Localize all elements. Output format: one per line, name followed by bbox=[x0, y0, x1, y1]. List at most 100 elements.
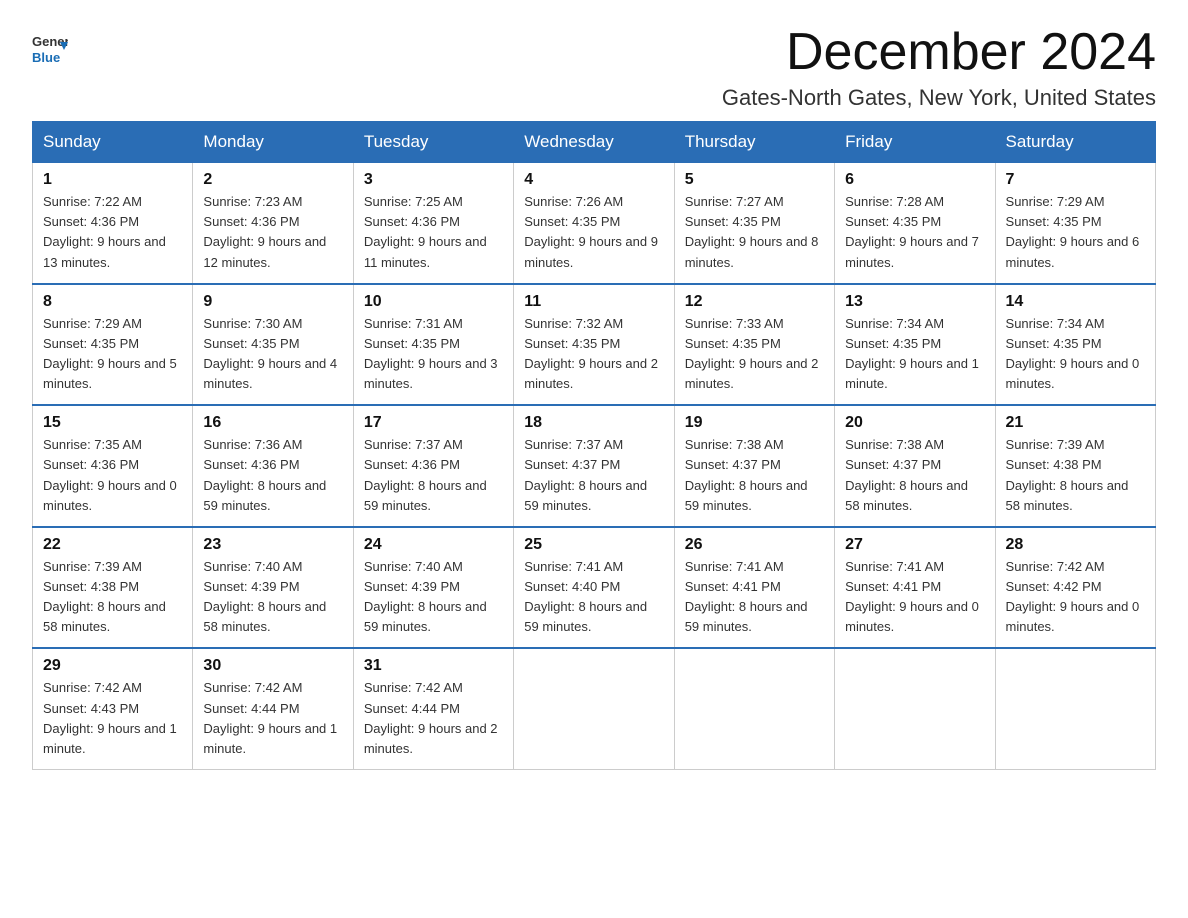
day-info: Sunrise: 7:42 AM Sunset: 4:42 PM Dayligh… bbox=[1006, 557, 1145, 638]
calendar-day-cell: 2 Sunrise: 7:23 AM Sunset: 4:36 PM Dayli… bbox=[193, 163, 353, 284]
calendar-day-cell: 8 Sunrise: 7:29 AM Sunset: 4:35 PM Dayli… bbox=[33, 284, 193, 406]
day-number: 4 bbox=[524, 171, 663, 189]
calendar-header-row: SundayMondayTuesdayWednesdayThursdayFrid… bbox=[33, 122, 1156, 163]
calendar-week-row: 22 Sunrise: 7:39 AM Sunset: 4:38 PM Dayl… bbox=[33, 527, 1156, 649]
calendar-day-cell: 28 Sunrise: 7:42 AM Sunset: 4:42 PM Dayl… bbox=[995, 527, 1155, 649]
day-info: Sunrise: 7:31 AM Sunset: 4:35 PM Dayligh… bbox=[364, 314, 503, 395]
calendar-day-cell: 17 Sunrise: 7:37 AM Sunset: 4:36 PM Dayl… bbox=[353, 405, 513, 527]
day-info: Sunrise: 7:38 AM Sunset: 4:37 PM Dayligh… bbox=[685, 435, 824, 516]
day-info: Sunrise: 7:34 AM Sunset: 4:35 PM Dayligh… bbox=[845, 314, 984, 395]
calendar-day-cell: 24 Sunrise: 7:40 AM Sunset: 4:39 PM Dayl… bbox=[353, 527, 513, 649]
day-info: Sunrise: 7:41 AM Sunset: 4:41 PM Dayligh… bbox=[685, 557, 824, 638]
calendar-day-cell: 31 Sunrise: 7:42 AM Sunset: 4:44 PM Dayl… bbox=[353, 648, 513, 769]
day-number: 18 bbox=[524, 414, 663, 432]
calendar-day-cell: 7 Sunrise: 7:29 AM Sunset: 4:35 PM Dayli… bbox=[995, 163, 1155, 284]
day-info: Sunrise: 7:23 AM Sunset: 4:36 PM Dayligh… bbox=[203, 192, 342, 273]
svg-text:Blue: Blue bbox=[32, 50, 60, 65]
day-number: 25 bbox=[524, 536, 663, 554]
day-info: Sunrise: 7:38 AM Sunset: 4:37 PM Dayligh… bbox=[845, 435, 984, 516]
day-info: Sunrise: 7:34 AM Sunset: 4:35 PM Dayligh… bbox=[1006, 314, 1145, 395]
calendar-day-cell: 10 Sunrise: 7:31 AM Sunset: 4:35 PM Dayl… bbox=[353, 284, 513, 406]
calendar-day-cell: 19 Sunrise: 7:38 AM Sunset: 4:37 PM Dayl… bbox=[674, 405, 834, 527]
day-number: 23 bbox=[203, 536, 342, 554]
day-number: 3 bbox=[364, 171, 503, 189]
day-info: Sunrise: 7:41 AM Sunset: 4:41 PM Dayligh… bbox=[845, 557, 984, 638]
day-number: 14 bbox=[1006, 293, 1145, 311]
day-number: 7 bbox=[1006, 171, 1145, 189]
day-number: 19 bbox=[685, 414, 824, 432]
calendar-day-cell: 22 Sunrise: 7:39 AM Sunset: 4:38 PM Dayl… bbox=[33, 527, 193, 649]
day-number: 21 bbox=[1006, 414, 1145, 432]
calendar-day-cell: 30 Sunrise: 7:42 AM Sunset: 4:44 PM Dayl… bbox=[193, 648, 353, 769]
calendar-day-cell: 21 Sunrise: 7:39 AM Sunset: 4:38 PM Dayl… bbox=[995, 405, 1155, 527]
calendar-day-cell bbox=[995, 648, 1155, 769]
day-number: 2 bbox=[203, 171, 342, 189]
calendar-day-cell: 26 Sunrise: 7:41 AM Sunset: 4:41 PM Dayl… bbox=[674, 527, 834, 649]
day-number: 30 bbox=[203, 657, 342, 675]
day-info: Sunrise: 7:42 AM Sunset: 4:43 PM Dayligh… bbox=[43, 678, 182, 759]
column-header-saturday: Saturday bbox=[995, 122, 1155, 163]
day-number: 12 bbox=[685, 293, 824, 311]
day-number: 11 bbox=[524, 293, 663, 311]
day-info: Sunrise: 7:41 AM Sunset: 4:40 PM Dayligh… bbox=[524, 557, 663, 638]
day-number: 5 bbox=[685, 171, 824, 189]
day-info: Sunrise: 7:40 AM Sunset: 4:39 PM Dayligh… bbox=[203, 557, 342, 638]
day-number: 29 bbox=[43, 657, 182, 675]
day-number: 22 bbox=[43, 536, 182, 554]
day-number: 28 bbox=[1006, 536, 1145, 554]
calendar-day-cell: 16 Sunrise: 7:36 AM Sunset: 4:36 PM Dayl… bbox=[193, 405, 353, 527]
calendar-week-row: 15 Sunrise: 7:35 AM Sunset: 4:36 PM Dayl… bbox=[33, 405, 1156, 527]
day-number: 10 bbox=[364, 293, 503, 311]
day-info: Sunrise: 7:40 AM Sunset: 4:39 PM Dayligh… bbox=[364, 557, 503, 638]
calendar-day-cell: 18 Sunrise: 7:37 AM Sunset: 4:37 PM Dayl… bbox=[514, 405, 674, 527]
day-info: Sunrise: 7:30 AM Sunset: 4:35 PM Dayligh… bbox=[203, 314, 342, 395]
day-number: 27 bbox=[845, 536, 984, 554]
day-info: Sunrise: 7:27 AM Sunset: 4:35 PM Dayligh… bbox=[685, 192, 824, 273]
calendar-day-cell bbox=[514, 648, 674, 769]
day-number: 16 bbox=[203, 414, 342, 432]
day-info: Sunrise: 7:35 AM Sunset: 4:36 PM Dayligh… bbox=[43, 435, 182, 516]
calendar-day-cell: 25 Sunrise: 7:41 AM Sunset: 4:40 PM Dayl… bbox=[514, 527, 674, 649]
day-info: Sunrise: 7:33 AM Sunset: 4:35 PM Dayligh… bbox=[685, 314, 824, 395]
day-info: Sunrise: 7:39 AM Sunset: 4:38 PM Dayligh… bbox=[1006, 435, 1145, 516]
calendar-day-cell: 23 Sunrise: 7:40 AM Sunset: 4:39 PM Dayl… bbox=[193, 527, 353, 649]
calendar-day-cell: 1 Sunrise: 7:22 AM Sunset: 4:36 PM Dayli… bbox=[33, 163, 193, 284]
calendar-day-cell: 3 Sunrise: 7:25 AM Sunset: 4:36 PM Dayli… bbox=[353, 163, 513, 284]
calendar-week-row: 1 Sunrise: 7:22 AM Sunset: 4:36 PM Dayli… bbox=[33, 163, 1156, 284]
calendar-day-cell: 4 Sunrise: 7:26 AM Sunset: 4:35 PM Dayli… bbox=[514, 163, 674, 284]
logo: General Blue bbox=[32, 24, 72, 68]
title-area: December 2024 Gates-North Gates, New Yor… bbox=[722, 24, 1156, 111]
logo-icon: General Blue bbox=[32, 24, 68, 68]
day-number: 17 bbox=[364, 414, 503, 432]
column-header-sunday: Sunday bbox=[33, 122, 193, 163]
day-number: 31 bbox=[364, 657, 503, 675]
month-title: December 2024 bbox=[722, 24, 1156, 81]
day-info: Sunrise: 7:28 AM Sunset: 4:35 PM Dayligh… bbox=[845, 192, 984, 273]
day-number: 24 bbox=[364, 536, 503, 554]
day-info: Sunrise: 7:39 AM Sunset: 4:38 PM Dayligh… bbox=[43, 557, 182, 638]
day-info: Sunrise: 7:32 AM Sunset: 4:35 PM Dayligh… bbox=[524, 314, 663, 395]
calendar-day-cell bbox=[835, 648, 995, 769]
day-number: 15 bbox=[43, 414, 182, 432]
day-number: 6 bbox=[845, 171, 984, 189]
location-subtitle: Gates-North Gates, New York, United Stat… bbox=[722, 85, 1156, 111]
column-header-monday: Monday bbox=[193, 122, 353, 163]
calendar-day-cell: 29 Sunrise: 7:42 AM Sunset: 4:43 PM Dayl… bbox=[33, 648, 193, 769]
calendar-day-cell: 14 Sunrise: 7:34 AM Sunset: 4:35 PM Dayl… bbox=[995, 284, 1155, 406]
day-number: 8 bbox=[43, 293, 182, 311]
calendar-day-cell: 20 Sunrise: 7:38 AM Sunset: 4:37 PM Dayl… bbox=[835, 405, 995, 527]
calendar-day-cell: 13 Sunrise: 7:34 AM Sunset: 4:35 PM Dayl… bbox=[835, 284, 995, 406]
calendar-table: SundayMondayTuesdayWednesdayThursdayFrid… bbox=[32, 121, 1156, 770]
page-header: General Blue December 2024 Gates-North G… bbox=[32, 24, 1156, 111]
calendar-day-cell: 27 Sunrise: 7:41 AM Sunset: 4:41 PM Dayl… bbox=[835, 527, 995, 649]
column-header-thursday: Thursday bbox=[674, 122, 834, 163]
day-info: Sunrise: 7:36 AM Sunset: 4:36 PM Dayligh… bbox=[203, 435, 342, 516]
calendar-day-cell: 5 Sunrise: 7:27 AM Sunset: 4:35 PM Dayli… bbox=[674, 163, 834, 284]
day-number: 9 bbox=[203, 293, 342, 311]
day-info: Sunrise: 7:29 AM Sunset: 4:35 PM Dayligh… bbox=[1006, 192, 1145, 273]
day-info: Sunrise: 7:42 AM Sunset: 4:44 PM Dayligh… bbox=[203, 678, 342, 759]
calendar-day-cell bbox=[674, 648, 834, 769]
day-number: 20 bbox=[845, 414, 984, 432]
day-info: Sunrise: 7:26 AM Sunset: 4:35 PM Dayligh… bbox=[524, 192, 663, 273]
calendar-day-cell: 15 Sunrise: 7:35 AM Sunset: 4:36 PM Dayl… bbox=[33, 405, 193, 527]
